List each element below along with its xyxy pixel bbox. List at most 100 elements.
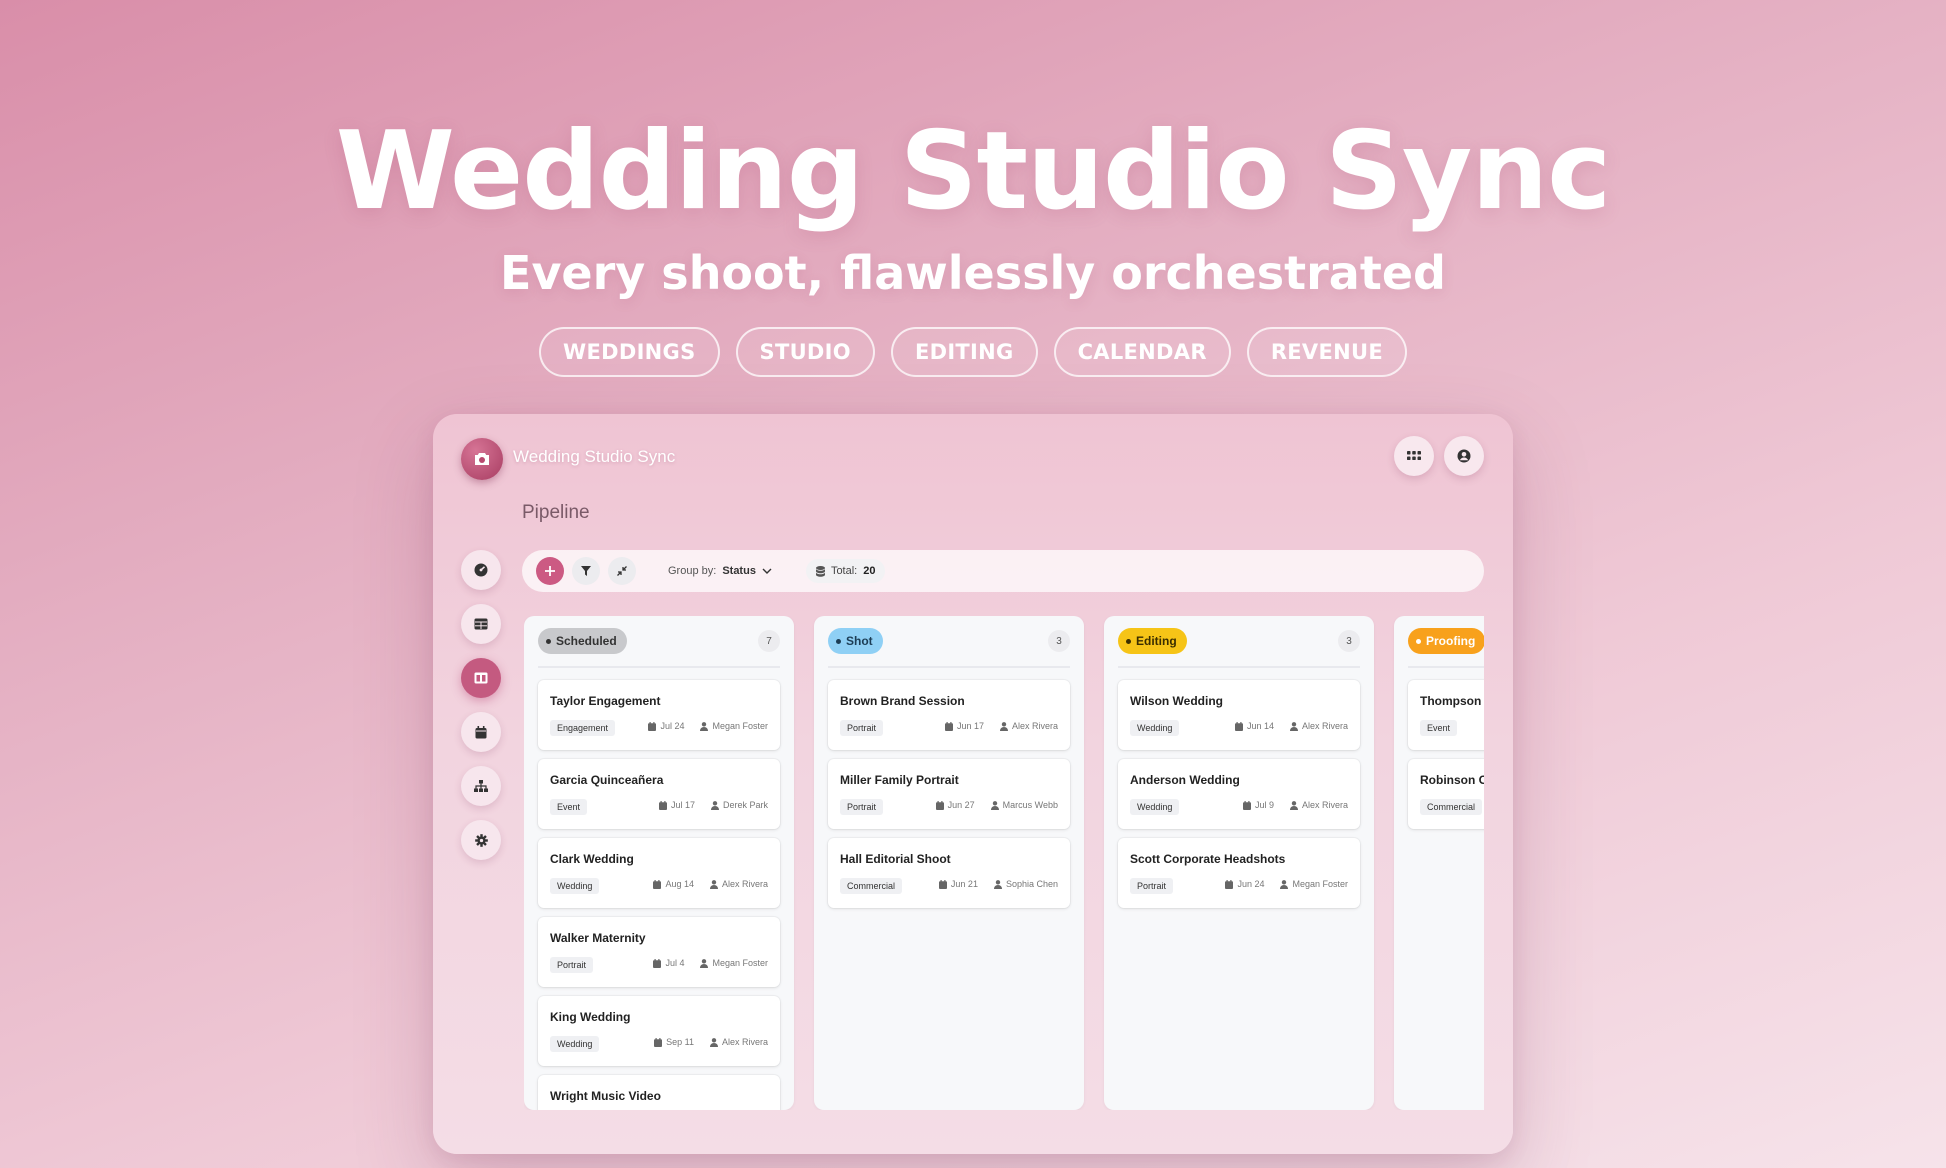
card-date: Jul 9 (1254, 800, 1274, 810)
pipeline-card[interactable]: Garcia Quinceañera Event Jul 17 Derek Park (538, 759, 780, 829)
hero-subtitle: Every shoot, flawlessly orchestrated (500, 246, 1446, 300)
calendar-icon (944, 721, 953, 731)
filter-icon[interactable] (572, 557, 600, 585)
card-date: Aug 14 (665, 879, 694, 889)
card-meta: Jul 4 Megan Foster (653, 958, 768, 968)
status-badge[interactable]: Shot (828, 628, 883, 654)
card-assignee: Alex Rivera (1011, 721, 1058, 731)
user-account-icon[interactable] (1444, 436, 1484, 476)
calendar-icon (648, 721, 657, 731)
pipeline-card[interactable]: Scott Corporate Headshots Portrait Jun 24 M… (1118, 838, 1360, 908)
pipeline-card[interactable]: Thompson C Event (1408, 680, 1484, 750)
card-title: Clark Wedding (550, 852, 634, 866)
org-chart-icon[interactable] (461, 766, 501, 806)
hero-tag-calendar: CALENDAR (1053, 327, 1231, 377)
database-icon (815, 565, 825, 577)
calendar-icon (935, 800, 944, 810)
group-by-label: Group by: (668, 565, 717, 577)
pipeline-card[interactable]: Clark Wedding Wedding Aug 14 Alex Rivera (538, 838, 780, 908)
column-header: Proofing (1408, 628, 1484, 668)
card-meta: Sep 11 Alex Rivera (654, 1037, 768, 1047)
card-date: Jul 4 (665, 958, 685, 968)
card-type-tag: Commercial (1420, 799, 1483, 815)
card-meta: Jun 21 Sophia Chen (938, 879, 1058, 889)
card-title: King Wedding (550, 1010, 631, 1024)
settings-icon[interactable] (461, 820, 501, 860)
person-icon (709, 879, 718, 889)
calendar-icon (1225, 879, 1234, 889)
card-title: Thompson C (1420, 694, 1484, 708)
card-date: Sep 11 (666, 1037, 694, 1047)
card-meta: Jun 27 Marcus Webb (935, 800, 1058, 810)
pipeline-card[interactable]: Wright Music Video (538, 1075, 780, 1110)
card-meta: Jul 24 Megan Foster (648, 721, 768, 731)
card-title: Anderson Wedding (1130, 773, 1240, 787)
collapse-icon[interactable] (608, 557, 636, 585)
person-icon (1289, 721, 1298, 731)
app-name: Wedding Studio Sync (513, 447, 676, 466)
status-dot-icon (1416, 638, 1421, 644)
card-assignee: Alex Rivera (721, 1037, 768, 1047)
pipeline-card[interactable]: Robinson Co Commercial (1408, 759, 1484, 829)
card-assignee: Sophia Chen (1005, 879, 1058, 889)
card-date: Jun 21 (950, 879, 978, 889)
table-icon[interactable] (461, 604, 501, 644)
total-badge: Total: 20 (805, 559, 886, 583)
pipeline-card[interactable]: Taylor Engagement Engagement Jul 24 Megan F… (538, 680, 780, 750)
hero-tag-editing: EDITING (890, 327, 1038, 377)
dashboard-icon[interactable] (461, 550, 501, 590)
card-date: Jul 17 (670, 800, 695, 810)
card-title: Garcia Quinceañera (550, 773, 664, 787)
card-title: Hall Editorial Shoot (840, 852, 951, 866)
app-window: Wedding Studio Sync Pipeline Group by: S… (433, 414, 1513, 1154)
card-title: Brown Brand Session (840, 694, 965, 708)
person-icon (709, 1037, 718, 1047)
card-meta: Jun 14 Alex Rivera (1234, 721, 1348, 731)
card-title: Wilson Wedding (1130, 694, 1223, 708)
calendar-icon (654, 1037, 663, 1047)
pipeline-card[interactable]: Hall Editorial Shoot Commercial Jun 21 Soph… (828, 838, 1070, 908)
card-type-tag: Wedding (1130, 720, 1180, 736)
pipeline-card[interactable]: Walker Maternity Portrait Jul 4 Megan Foste… (538, 917, 780, 987)
pipeline-card[interactable]: Brown Brand Session Portrait Jun 17 Alex Ri… (828, 680, 1070, 750)
card-meta: Jun 24 Megan Foster (1225, 879, 1348, 889)
status-badge[interactable]: Proofing (1408, 628, 1484, 654)
add-button[interactable] (536, 557, 564, 585)
card-assignee: Megan Foster (1292, 879, 1348, 889)
card-type-tag: Event (550, 799, 588, 815)
calendar-icon (938, 879, 947, 889)
column-shot: Shot 3 Brown Brand Session Portrait Jun 17 Al… (814, 616, 1084, 1110)
card-assignee: Megan Foster (712, 958, 768, 968)
card-title: Robinson Co (1420, 773, 1484, 787)
card-type-tag: Wedding (550, 878, 600, 894)
calendar-icon[interactable] (461, 712, 501, 752)
pipeline-card[interactable]: Miller Family Portrait Portrait Jun 27 Marc… (828, 759, 1070, 829)
board-icon[interactable] (461, 658, 501, 698)
column-label: Editing (1136, 634, 1177, 648)
status-badge[interactable]: Editing (1118, 628, 1187, 654)
column-header: Scheduled 7 (538, 628, 780, 668)
column-header: Editing 3 (1118, 628, 1360, 668)
chevron-down-icon (762, 568, 772, 574)
pipeline-card[interactable]: Anderson Wedding Wedding Jul 9 Alex Rivera (1118, 759, 1360, 829)
card-list: Brown Brand Session Portrait Jun 17 Alex Ri… (828, 680, 1070, 917)
pipeline-card[interactable]: Wilson Wedding Wedding Jun 14 Alex Rivera (1118, 680, 1360, 750)
hero-tag-weddings: WEDDINGS (539, 327, 720, 377)
card-assignee: Alex Rivera (1301, 721, 1348, 731)
group-by-select[interactable]: Group by: Status (668, 565, 772, 577)
apps-grid-icon[interactable] (1394, 436, 1434, 476)
person-icon (999, 721, 1008, 731)
pipeline-card[interactable]: King Wedding Wedding Sep 11 Alex Rivera (538, 996, 780, 1066)
card-type-tag: Portrait (840, 720, 884, 736)
card-type-tag: Wedding (1130, 799, 1180, 815)
card-type-tag: Portrait (550, 957, 594, 973)
camera-icon[interactable] (461, 438, 503, 480)
card-title: Walker Maternity (550, 931, 646, 945)
card-list: Wilson Wedding Wedding Jun 14 Alex Rivera An… (1118, 680, 1360, 917)
person-icon (1289, 800, 1298, 810)
column-proofing: Proofing Thompson C Event Robinson Co Commer… (1394, 616, 1484, 1110)
kanban-board: Scheduled 7 Taylor Engagement Engagement Jul… (524, 616, 1484, 1110)
status-badge[interactable]: Scheduled (538, 628, 627, 654)
column-label: Scheduled (556, 634, 617, 648)
card-assignee: Marcus Webb (1002, 800, 1058, 810)
